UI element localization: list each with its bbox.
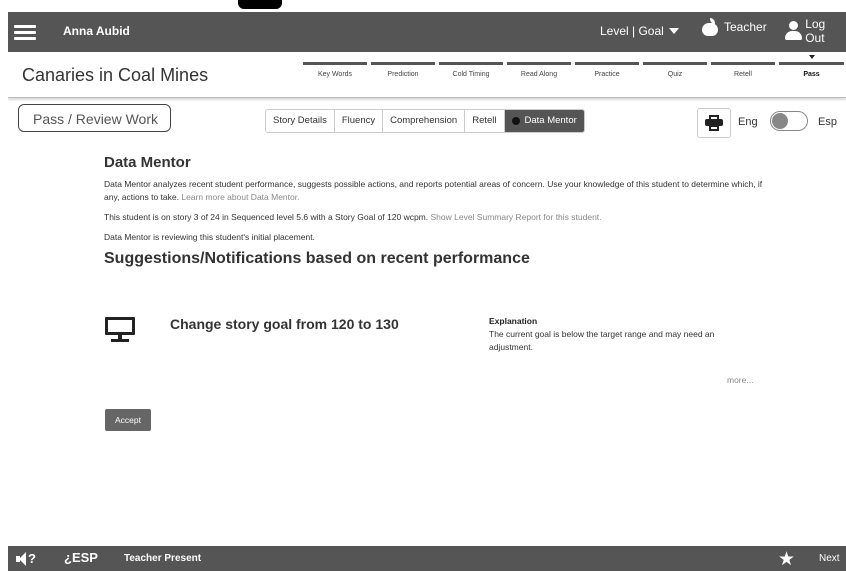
user-icon	[784, 20, 802, 42]
explanation-title: Explanation	[489, 316, 538, 326]
app-window: Anna Aubid Level | Goal Teacher Log Out …	[8, 12, 846, 571]
lang-esp-label: Esp	[818, 116, 837, 128]
more-link[interactable]: more...	[727, 375, 753, 385]
suggestions-heading: Suggestions/Notifications based on recen…	[104, 250, 530, 267]
top-header: Anna Aubid Level | Goal Teacher Log Out	[8, 12, 846, 52]
tab-fluency[interactable]: Fluency	[334, 110, 384, 132]
hamburger-menu-icon[interactable]	[14, 22, 36, 42]
step-cold-timing[interactable]: Cold Timing	[437, 62, 505, 90]
step-label: Prediction	[387, 71, 419, 78]
data-mentor-panel: Data Mentor Data Mentor analyzes recent …	[104, 154, 764, 268]
step-label: Quiz	[667, 71, 683, 78]
tab-data-mentor[interactable]: Data Mentor	[504, 110, 584, 132]
top-strip	[0, 0, 846, 12]
story-status-paragraph: This student is on story 3 of 24 in Sequ…	[104, 211, 764, 224]
page-heading: Data Mentor	[104, 154, 191, 171]
star-icon[interactable]: ★	[778, 548, 795, 571]
step-prediction[interactable]: Prediction	[369, 62, 437, 90]
step-pass[interactable]: Pass	[777, 55, 846, 90]
apple-icon	[701, 18, 719, 36]
teacher-present-label: Teacher Present	[124, 553, 202, 564]
suggestion-title: Change story goal from 120 to 130	[170, 316, 399, 332]
caret-down-icon	[668, 28, 679, 34]
language-toggle[interactable]	[770, 111, 808, 131]
section-title: Pass / Review Work	[18, 104, 171, 132]
story-bar: Canaries in Coal Mines Key Words Predict…	[8, 52, 846, 98]
tab-label: Data Mentor	[524, 115, 577, 126]
lang-eng-label: Eng	[738, 116, 758, 128]
top-decoration	[238, 0, 282, 9]
step-label: Practice	[594, 71, 620, 78]
step-practice[interactable]: Practice	[573, 62, 641, 90]
intro-paragraph: Data Mentor analyzes recent student perf…	[104, 178, 764, 204]
spanish-help-button[interactable]: ¿ESP	[64, 550, 98, 565]
next-button[interactable]: Next	[819, 553, 840, 564]
bottom-bar: ? ¿ESP Teacher Present ★ Next	[8, 546, 846, 571]
active-dot-icon	[511, 117, 520, 125]
print-button[interactable]	[697, 108, 731, 138]
teacher-label: Teacher	[724, 20, 767, 34]
tab-comprehension[interactable]: Comprehension	[383, 110, 466, 132]
learn-more-link[interactable]: Learn more about Data Mentor.	[181, 192, 299, 202]
current-step-marker-icon	[808, 55, 815, 59]
accept-button[interactable]: Accept	[105, 409, 151, 431]
level-goal-label: Level | Goal	[600, 24, 664, 38]
step-label: Pass	[803, 71, 820, 78]
step-read-along[interactable]: Read Along	[505, 62, 573, 90]
logout-label: Log Out	[805, 17, 826, 45]
step-quiz[interactable]: Quiz	[641, 62, 709, 90]
step-retell[interactable]: Retell	[709, 62, 777, 90]
tab-story-details[interactable]: Story Details	[266, 110, 335, 132]
teacher-button[interactable]: Teacher	[701, 18, 767, 36]
printer-icon	[705, 115, 723, 131]
story-title: Canaries in Coal Mines	[22, 65, 209, 85]
student-name: Anna Aubid	[63, 24, 130, 38]
tab-retell[interactable]: Retell	[465, 110, 505, 132]
audio-help-icon[interactable]: ?	[16, 551, 40, 567]
explanation-text: The current goal is below the target ran…	[489, 329, 715, 352]
logout-button[interactable]: Log Out	[784, 17, 846, 45]
activity-steps: Key Words Prediction Cold Timing Read Al…	[301, 55, 846, 90]
toggle-knob	[772, 113, 788, 129]
step-label: Key Words	[317, 71, 353, 78]
step-label: Retell	[734, 71, 752, 78]
level-summary-link[interactable]: Show Level Summary Report for this stude…	[431, 212, 602, 222]
step-label: Read Along	[520, 71, 558, 78]
review-note: Data Mentor is reviewing this student's …	[104, 232, 315, 242]
story-status-text: This student is on story 3 of 24 in Sequ…	[104, 212, 429, 222]
step-label: Cold Timing	[452, 71, 490, 78]
review-tabs: Story Details Fluency Comprehension Rete…	[265, 109, 585, 133]
step-key-words[interactable]: Key Words	[301, 62, 369, 90]
level-goal-dropdown[interactable]: Level | Goal	[600, 24, 679, 38]
monitor-icon	[105, 317, 135, 343]
